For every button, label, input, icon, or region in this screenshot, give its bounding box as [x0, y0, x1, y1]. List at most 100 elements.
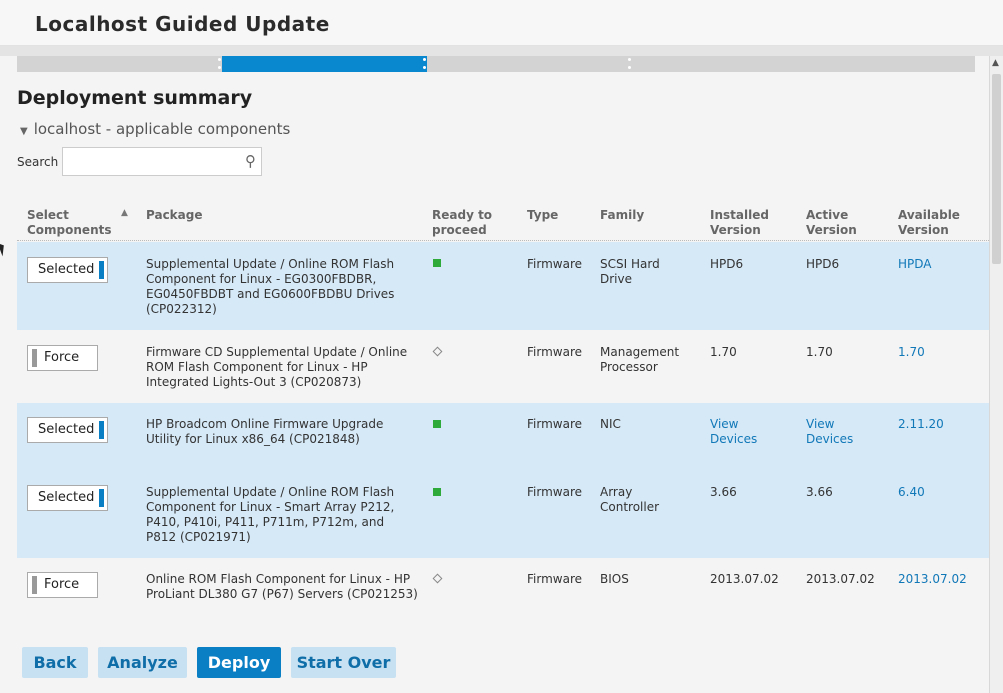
component-toggle-selected[interactable]: Selected	[27, 485, 108, 511]
green-square-icon	[433, 259, 441, 267]
header-text: Available	[898, 208, 960, 222]
header-available-version[interactable]: Available Version	[898, 208, 960, 238]
triangle-down-icon: ▼	[20, 126, 28, 137]
header-text: Active	[806, 208, 849, 222]
package-line: (CP022312)	[146, 302, 217, 316]
header-active-version[interactable]: Active Version	[806, 208, 857, 238]
package-name: HP Broadcom Online Firmware Upgrade Util…	[146, 417, 383, 447]
selected-indicator	[99, 489, 104, 507]
green-square-icon	[433, 420, 441, 428]
header-family[interactable]: Family	[600, 208, 644, 223]
component-toggle-selected[interactable]: Selected	[27, 257, 108, 283]
package-line: Component for Linux - Smart Array P212,	[146, 500, 395, 514]
selected-indicator	[99, 421, 104, 439]
sort-up-icon[interactable]: ▲	[121, 208, 128, 218]
selected-indicator	[99, 261, 104, 279]
green-square-icon	[433, 488, 441, 496]
scrollbar-thumb[interactable]	[992, 74, 1001, 264]
installed-version-cell: 1.70	[710, 345, 737, 359]
diamond-icon	[432, 573, 443, 584]
family-line: Array	[600, 485, 633, 499]
back-button[interactable]: Back	[22, 647, 88, 678]
active-version-cell: 1.70	[806, 345, 833, 359]
title-bar: Localhost Guided Update	[0, 0, 1003, 46]
family-line: Controller	[600, 500, 660, 514]
installed-version-cell: 2013.07.02	[710, 572, 779, 586]
type-cell: Firmware	[527, 257, 582, 271]
component-toggle-selected[interactable]: Selected	[27, 417, 108, 443]
package-line: Utility for Linux x86_64 (CP021848)	[146, 432, 360, 446]
package-line: ROM Flash Component for Linux - HP	[146, 360, 368, 374]
package-line: Online ROM Flash Component for Linux - H…	[146, 572, 411, 586]
link-line: View	[806, 417, 835, 431]
available-version-link[interactable]: 1.70	[898, 345, 925, 360]
package-line: Supplemental Update / Online ROM Flash	[146, 257, 395, 271]
component-toggle-force[interactable]: Force	[27, 572, 98, 598]
main-content: Deployment summary ▼ localhost - applicab…	[0, 56, 989, 693]
component-group-toggle[interactable]: ▼ localhost - applicable components	[20, 120, 290, 138]
app-title: Localhost Guided Update	[35, 12, 330, 36]
header-package[interactable]: Package	[146, 208, 203, 223]
table-row: Selected Supplemental Update / Online RO…	[17, 242, 989, 330]
package-line: Firmware CD Supplemental Update / Online	[146, 345, 408, 359]
link-line: View	[710, 417, 739, 431]
header-text: Installed	[710, 208, 769, 222]
family-cell: Array Controller	[600, 485, 659, 515]
installed-version-cell: HPD6	[710, 257, 744, 271]
family-line: Management	[600, 345, 680, 359]
type-cell: Firmware	[527, 417, 582, 431]
header-text: Version	[710, 223, 761, 237]
package-line: EG0450FBDBT and EG0600FBDBU Drives	[146, 287, 395, 301]
toggle-label: Selected	[38, 490, 95, 505]
available-version-link[interactable]: HPDA	[898, 257, 932, 272]
magnifier-icon[interactable]: ⚲	[245, 152, 256, 170]
header-type[interactable]: Type	[527, 208, 558, 223]
header-divider	[0, 46, 1003, 56]
step-separator	[423, 66, 426, 69]
analyze-button[interactable]: Analyze	[98, 647, 187, 678]
force-indicator	[32, 576, 37, 594]
toggle-label: Selected	[38, 422, 95, 437]
active-version-cell: HPD6	[806, 257, 840, 271]
toggle-label: Selected	[38, 262, 95, 277]
scroll-up-icon[interactable]: ▲	[992, 58, 999, 68]
view-devices-link[interactable]: View Devices	[710, 417, 757, 447]
progress-steps	[17, 56, 975, 72]
header-select-components[interactable]: Select Components	[27, 208, 112, 238]
search-box: ⚲	[62, 147, 262, 176]
type-cell: Firmware	[527, 572, 582, 586]
vertical-scrollbar[interactable]: ▲	[989, 56, 1003, 693]
start-over-button[interactable]: Start Over	[291, 647, 396, 678]
view-devices-link[interactable]: View Devices	[806, 417, 853, 447]
package-line: Integrated Lights-Out 3 (CP020873)	[146, 375, 362, 389]
selected-row-group: Selected HP Broadcom Online Firmware Upg…	[17, 403, 989, 558]
diamond-icon	[432, 346, 443, 357]
search-input[interactable]	[63, 148, 233, 175]
header-installed-version[interactable]: Installed Version	[710, 208, 769, 238]
package-line: HP Broadcom Online Firmware Upgrade	[146, 417, 384, 431]
family-line: Processor	[600, 360, 658, 374]
header-text: proceed	[432, 223, 487, 237]
component-toggle-force[interactable]: Force	[27, 345, 98, 371]
package-line: Component for Linux - EG0300FBDBR,	[146, 272, 377, 286]
step-separator	[628, 58, 631, 61]
family-line: Drive	[600, 272, 632, 286]
family-cell: BIOS	[600, 572, 629, 586]
type-cell: Firmware	[527, 345, 582, 359]
header-text: Select	[27, 208, 69, 222]
table-row: Force Online ROM Flash Component for Lin…	[17, 558, 989, 618]
header-text: Version	[806, 223, 857, 237]
available-version-link[interactable]: 2.11.20	[898, 417, 944, 432]
available-version-link[interactable]: 6.40	[898, 485, 925, 500]
type-cell: Firmware	[527, 485, 582, 499]
header-ready[interactable]: Ready to proceed	[432, 208, 492, 238]
package-line: P410, P410i, P411, P711m, P712m, and	[146, 515, 385, 529]
force-indicator	[32, 349, 37, 367]
package-name: Supplemental Update / Online ROM Flash C…	[146, 485, 394, 545]
family-cell: Management Processor	[600, 345, 679, 375]
available-version-link[interactable]: 2013.07.02	[898, 572, 967, 587]
package-line: P812 (CP021971)	[146, 530, 251, 544]
page-title: Deployment summary	[17, 87, 253, 109]
deploy-button[interactable]: Deploy	[197, 647, 281, 678]
step-separator	[218, 66, 221, 69]
